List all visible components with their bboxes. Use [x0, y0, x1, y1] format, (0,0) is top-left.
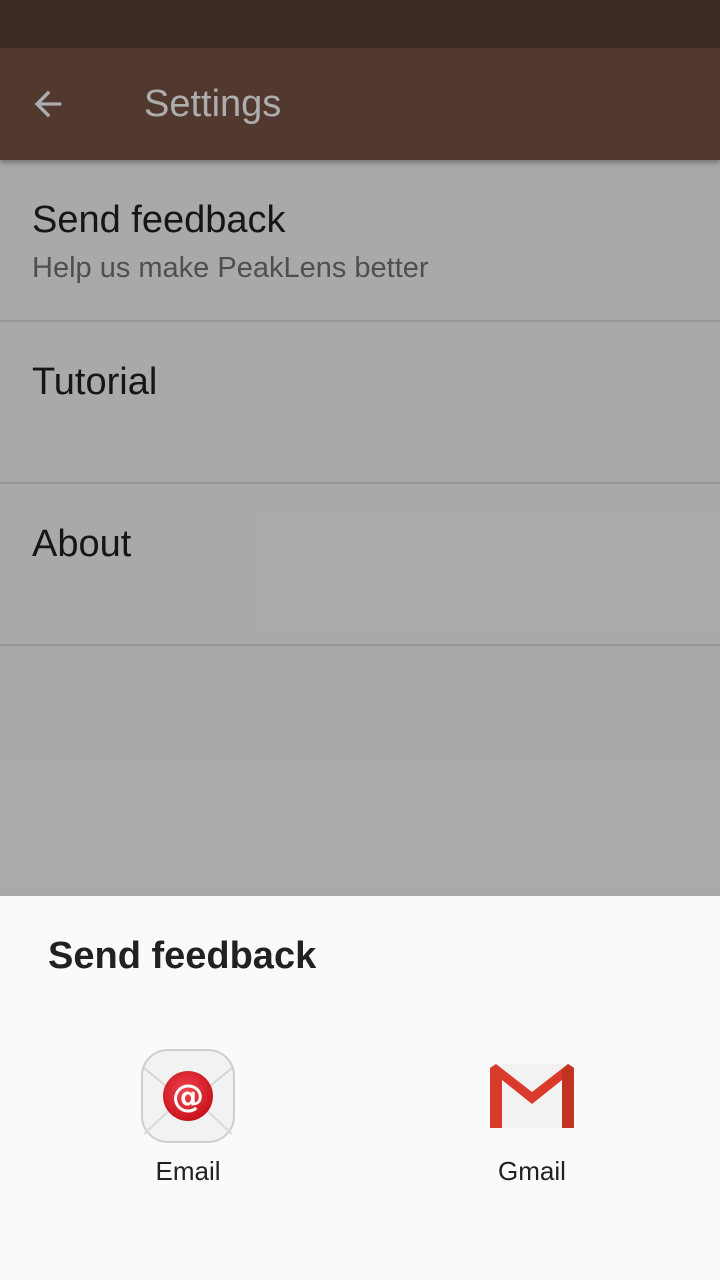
share-option-label: Email [155, 1156, 221, 1186]
sheet-title: Send feedback [48, 935, 317, 977]
email-app-icon: @ [141, 1049, 235, 1143]
share-sheet: Send feedback @ Email Gmail [0, 896, 720, 1280]
share-option-label: Gmail [498, 1156, 566, 1186]
svg-text:@: @ [172, 1077, 204, 1115]
share-option-email[interactable]: @ Email [88, 1046, 288, 1196]
gmail-app-icon [490, 1064, 574, 1128]
share-option-gmail[interactable]: Gmail [432, 1046, 632, 1196]
screen: Settings Send feedback Help us make Peak… [0, 0, 720, 1280]
